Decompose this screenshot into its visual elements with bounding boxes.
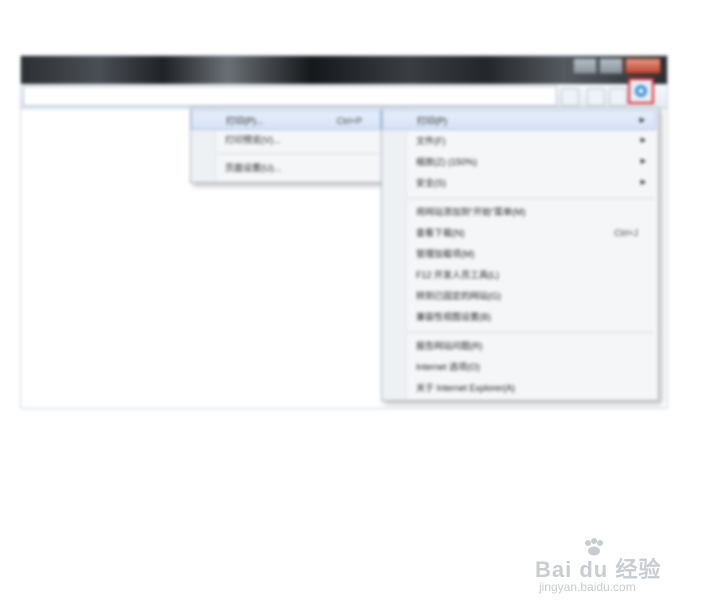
menu-item-compatibility-view[interactable]: 兼容性视图设置(B) <box>382 307 656 327</box>
menu-item-label: 兼容性视图设置(B) <box>416 312 491 322</box>
menu-item-page-setup[interactable]: 页面设置(U)... <box>191 158 381 178</box>
search-icon[interactable] <box>561 88 579 106</box>
screenshot: 打印(P)... Ctrl+P 打印预览(V)... 页面设置(U)... 打印… <box>0 0 701 612</box>
menu-item-label: 打印(P) <box>417 116 447 126</box>
menu-item-print[interactable]: 打印(P)... Ctrl+P <box>191 110 381 130</box>
menu-item-label: Internet 选项(O) <box>416 362 481 372</box>
menu-item-print-preview[interactable]: 打印预览(V)... <box>191 130 381 150</box>
menu-item-developer-tools[interactable]: F12 开发人员工具(L) <box>382 265 656 285</box>
menu-item-label: 安全(S) <box>416 178 446 188</box>
menu-separator <box>408 198 654 199</box>
menu-item-internet-options[interactable]: Internet 选项(O) <box>382 357 656 377</box>
menu-item-label: 管理加载项(M) <box>416 249 475 259</box>
shortcut-label: Ctrl+P <box>336 116 362 126</box>
chevron-right-icon: ▶ <box>640 158 646 165</box>
menu-item-label: 文件(F) <box>416 136 446 146</box>
menu-item-label: 打印预览(V)... <box>225 135 281 145</box>
menu-item-add-site-to-start[interactable]: 将网站添加到“开始”菜单(M) <box>382 202 656 222</box>
chevron-right-icon: ▶ <box>640 137 646 144</box>
menu-item-file[interactable]: 文件(F) ▶ <box>382 131 656 151</box>
menu-item-label: 关于 Internet Explorer(A) <box>416 383 516 393</box>
menu-item-label: 转到已固定的网站(G) <box>416 291 501 301</box>
menu-separator <box>217 153 379 154</box>
menu-item-manage-addons[interactable]: 管理加载项(M) <box>382 244 656 264</box>
tools-menu: 打印(P) ▶ 文件(F) ▶ 缩放(Z) (150%) ▶ 安全(S) ▶ 将… <box>381 107 659 401</box>
shortcut-label: Ctrl+J <box>614 228 638 238</box>
title-bar <box>21 56 667 84</box>
chevron-right-icon: ▶ <box>640 179 646 186</box>
tools-button[interactable] <box>628 78 654 104</box>
menu-item-print[interactable]: 打印(P) ▶ <box>382 110 656 130</box>
menu-item-label: 将网站添加到“开始”菜单(M) <box>416 207 526 217</box>
menu-item-safety[interactable]: 安全(S) ▶ <box>382 173 656 193</box>
menu-item-label: 报告网站问题(R) <box>416 341 483 351</box>
menu-item-about-ie[interactable]: 关于 Internet Explorer(A) <box>382 378 656 398</box>
print-submenu: 打印(P)... Ctrl+P 打印预览(V)... 页面设置(U)... <box>190 107 384 183</box>
menu-item-report-problems[interactable]: 报告网站问题(R) <box>382 336 656 356</box>
chevron-right-icon: ▶ <box>639 117 645 124</box>
menu-item-view-downloads[interactable]: 查看下载(N) Ctrl+J <box>382 223 656 243</box>
menu-item-label: 缩放(Z) (150%) <box>416 157 478 167</box>
menu-item-label: 页面设置(U)... <box>225 163 281 173</box>
minimize-button[interactable] <box>573 58 597 74</box>
menu-item-label: F12 开发人员工具(L) <box>416 270 500 280</box>
gear-icon <box>635 85 647 97</box>
favorites-icon[interactable] <box>609 88 627 106</box>
menu-item-label: 查看下载(N) <box>416 228 465 238</box>
home-icon[interactable] <box>587 88 605 106</box>
close-button[interactable] <box>625 58 661 74</box>
maximize-button[interactable] <box>599 58 623 74</box>
menu-item-label: 打印(P)... <box>226 116 264 126</box>
address-bar-row <box>21 84 667 109</box>
address-input[interactable] <box>23 86 557 106</box>
menu-item-pinned-sites[interactable]: 转到已固定的网站(G) <box>382 286 656 306</box>
menu-item-zoom[interactable]: 缩放(Z) (150%) ▶ <box>382 152 656 172</box>
watermark-domain: jingyan.baidu.com <box>539 580 636 594</box>
menu-separator <box>408 332 654 333</box>
baidu-jingyan-watermark: Bai du 经验 jingyan.baidu.com <box>535 538 665 598</box>
window-controls <box>573 58 661 74</box>
